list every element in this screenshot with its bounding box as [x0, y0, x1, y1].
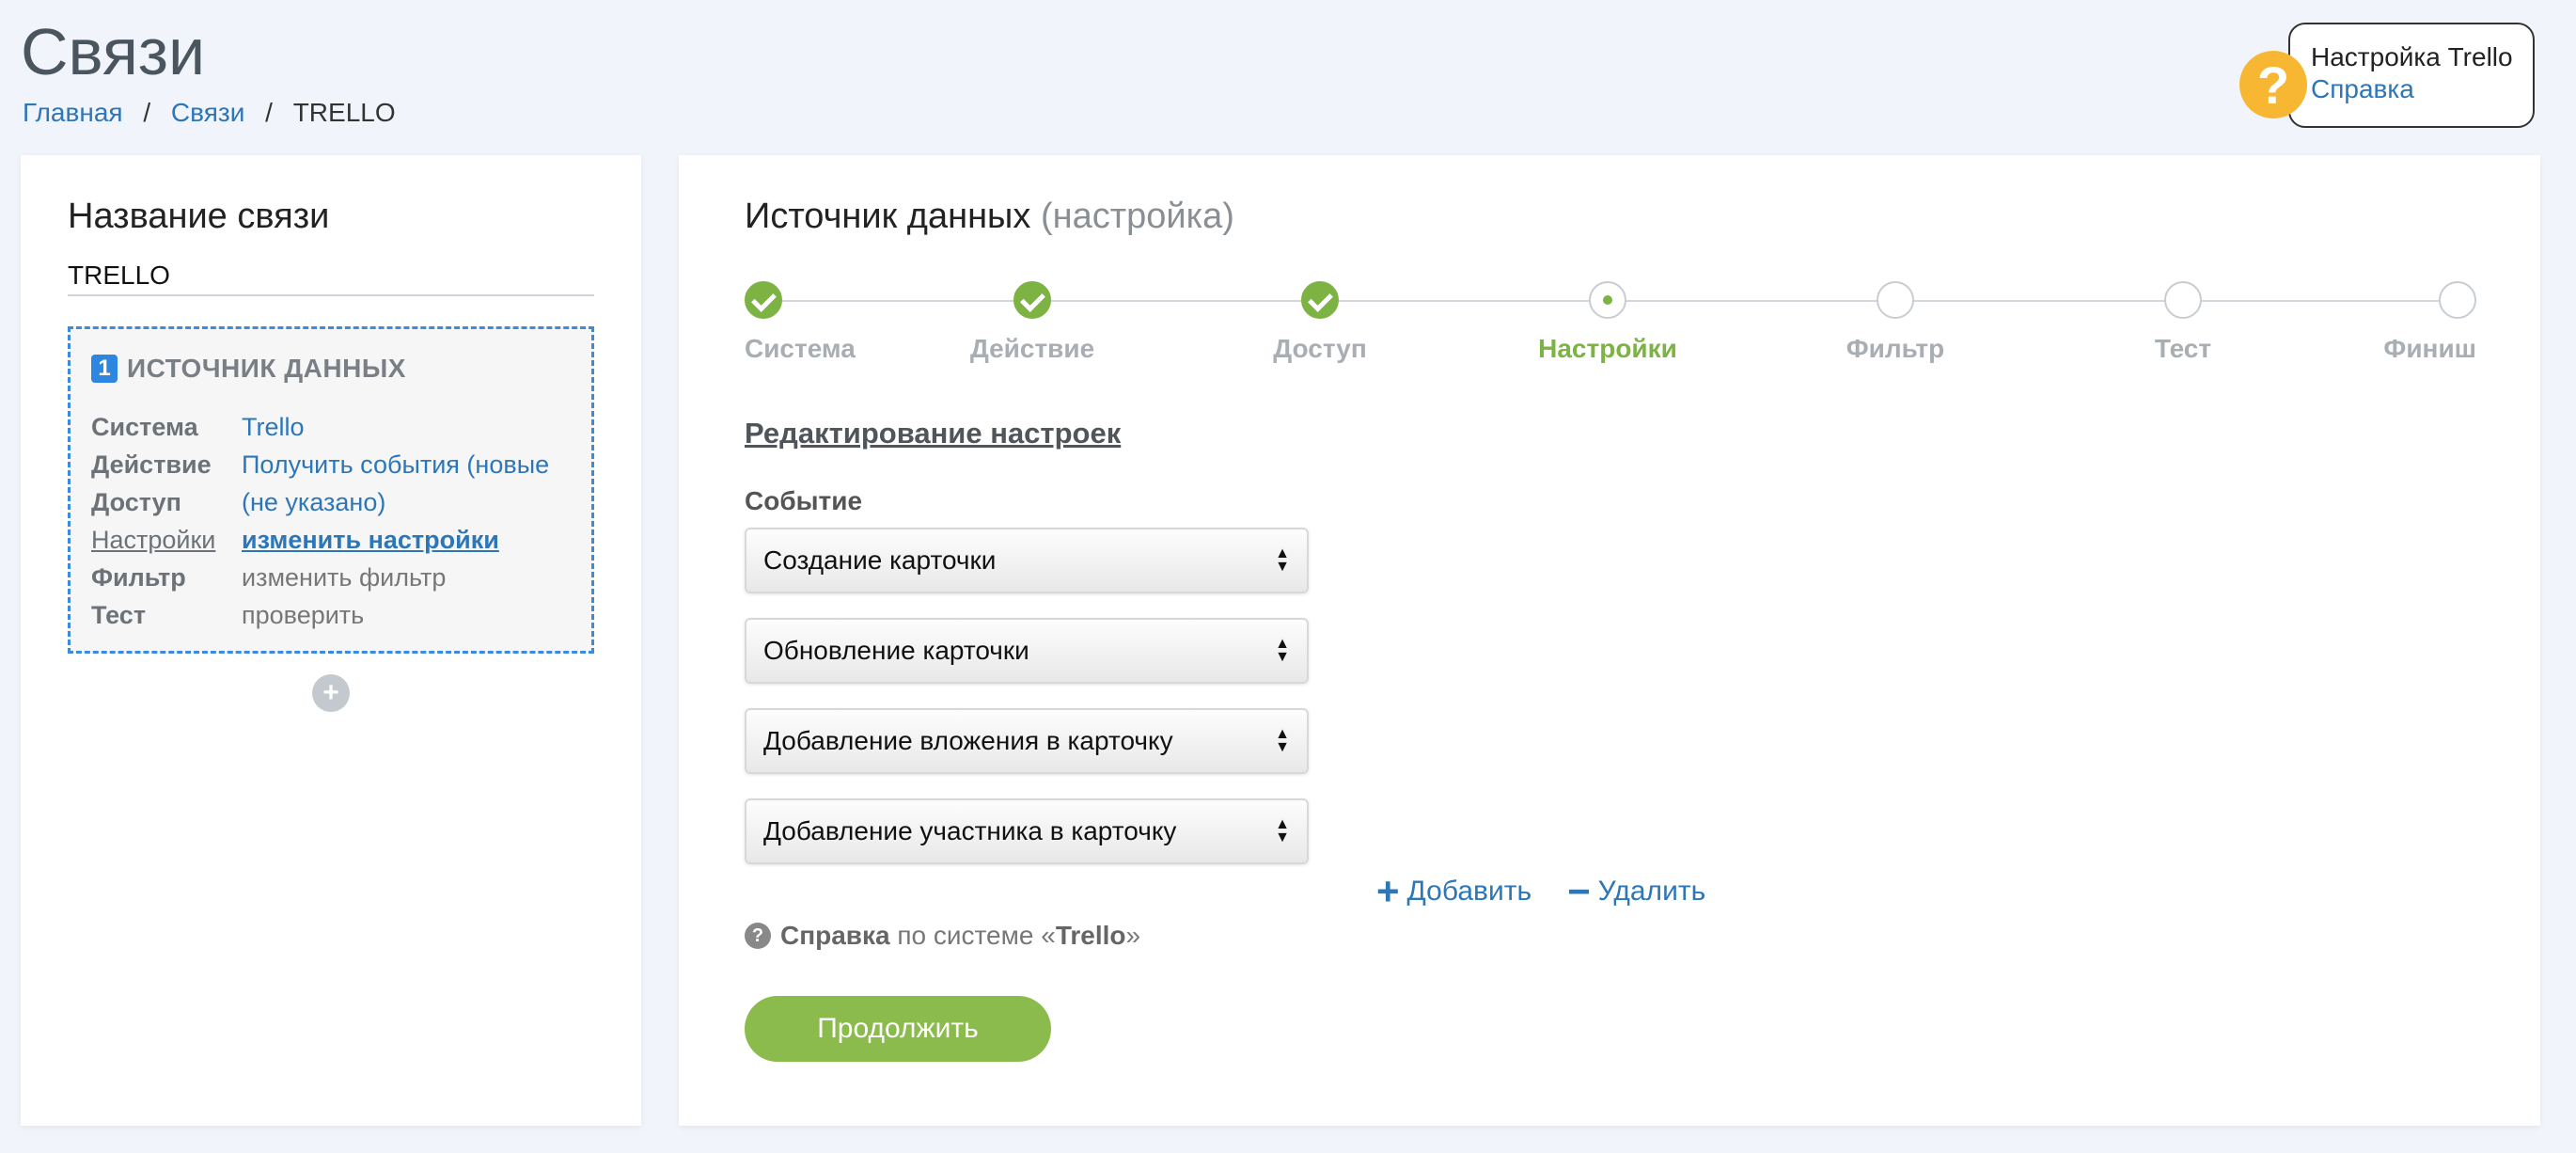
step-label: Фильтр — [1846, 334, 1945, 363]
summary-value-system[interactable]: Trello — [242, 413, 305, 442]
step-label: Действие — [969, 334, 1095, 363]
summary-key: Доступ — [91, 487, 181, 516]
breadcrumb-home-link[interactable]: Главная — [23, 98, 123, 127]
summary-row-access: Доступ (не указано) — [91, 483, 571, 521]
select-arrows-icon: ▲ ▼ — [1275, 545, 1290, 575]
event-select-1[interactable]: Создание карточки ▲ ▼ — [745, 528, 1309, 593]
breadcrumb: Главная / Связи / TRELLO — [23, 96, 396, 130]
event-select-value: Добавление участника в карточку — [763, 816, 1177, 845]
breadcrumb-connections-link[interactable]: Связи — [171, 98, 244, 127]
event-select-2[interactable]: Обновление карточки ▲ ▼ — [745, 618, 1309, 684]
event-label: Событие — [745, 486, 863, 515]
pending-step-icon — [2439, 281, 2476, 319]
progress-stepper: Система Действие Доступ Настройки Фильтр… — [745, 277, 2476, 363]
help-widget[interactable]: ? Настройка Trello Справка — [2239, 23, 2535, 137]
summary-value-action[interactable]: Получить события (новые — [242, 450, 549, 480]
summary-row-settings: Настройки изменить настройки — [91, 521, 571, 559]
settings-title: Источник данных (настройка) — [745, 197, 1234, 237]
summary-key: Настройки — [91, 525, 216, 554]
select-arrows-icon: ▲ ▼ — [1275, 816, 1290, 845]
summary-key: Тест — [91, 600, 147, 629]
connection-name-field[interactable]: TRELLO — [68, 261, 594, 296]
summary-row-filter: Фильтр изменить фильтр — [91, 559, 571, 596]
summary-key: Система — [91, 412, 198, 441]
system-help-line[interactable]: ? Справка по системе «Trello» — [745, 921, 1140, 951]
summary-value-test[interactable]: проверить — [242, 601, 364, 630]
step-label: Тест — [2154, 334, 2212, 363]
summary-value-settings[interactable]: изменить настройки — [242, 526, 499, 555]
continue-button[interactable]: Продолжить — [745, 996, 1051, 1062]
remove-event-label: Удалить — [1597, 876, 1706, 907]
help-text: по системе « — [897, 921, 1056, 950]
summary-row-system: Система Trello — [91, 408, 571, 446]
breadcrumb-current: TRELLO — [292, 98, 396, 127]
add-event-label: Добавить — [1406, 876, 1532, 907]
help-link[interactable]: Справка — [2311, 73, 2518, 105]
event-actions: + Добавить − Удалить — [1376, 869, 1741, 913]
edit-settings-heading[interactable]: Редактирование настроек — [745, 417, 1121, 450]
step-label: Финиш — [2383, 334, 2476, 363]
step-label: Доступ — [1273, 334, 1367, 363]
summary-key: Действие — [91, 450, 212, 479]
event-select-value: Обновление карточки — [763, 636, 1029, 665]
step-label: Настройки — [1538, 334, 1677, 363]
check-icon — [1013, 281, 1051, 319]
event-select-value: Добавление вложения в карточку — [763, 726, 1173, 755]
connection-name-title: Название связи — [68, 197, 330, 236]
settings-title-main: Источник данных — [745, 197, 1031, 236]
settings-panel: Источник данных (настройка) Система Дейс… — [679, 155, 2540, 1126]
data-source-title: ИСТОЧНИК ДАННЫХ — [127, 354, 406, 383]
page-title: Связи — [21, 15, 206, 88]
summary-value-access[interactable]: (не указано) — [242, 488, 385, 517]
add-block-button[interactable]: + — [312, 674, 350, 712]
event-select-4[interactable]: Добавление участника в карточку ▲ ▼ — [745, 798, 1309, 864]
summary-value-filter[interactable]: изменить фильтр — [242, 563, 446, 592]
help-title: Настройка Trello — [2311, 42, 2513, 71]
help-bold: Справка — [780, 921, 890, 950]
summary-row-action: Действие Получить события (новые — [91, 446, 571, 483]
pending-step-icon — [1877, 281, 1914, 319]
breadcrumb-separator: / — [143, 98, 151, 127]
remove-event-button[interactable]: − Удалить — [1567, 869, 1706, 913]
event-select-3[interactable]: Добавление вложения в карточку ▲ ▼ — [745, 708, 1309, 774]
question-circle-icon: ? — [745, 923, 771, 949]
step-number-badge: 1 — [91, 355, 118, 383]
connection-panel: Название связи TRELLO 1 ИСТОЧНИК ДАННЫХ … — [21, 155, 641, 1126]
question-icon[interactable]: ? — [2239, 51, 2307, 118]
pending-step-icon — [2164, 281, 2202, 319]
select-arrows-icon: ▲ ▼ — [1275, 636, 1290, 665]
event-select-value: Создание карточки — [763, 545, 997, 575]
data-source-header: 1 ИСТОЧНИК ДАННЫХ — [91, 354, 406, 384]
minus-icon: − — [1567, 869, 1591, 913]
summary-row-test: Тест проверить — [91, 596, 571, 634]
breadcrumb-separator: / — [265, 98, 273, 127]
settings-title-sub: (настройка) — [1040, 197, 1234, 236]
check-icon — [745, 281, 782, 319]
check-icon — [1301, 281, 1339, 319]
current-step-icon — [1589, 281, 1626, 319]
help-box[interactable]: Настройка Trello Справка — [2288, 23, 2535, 128]
step-label: Система — [745, 334, 856, 363]
data-source-block[interactable]: 1 ИСТОЧНИК ДАННЫХ Система Trello Действи… — [68, 326, 594, 654]
summary-key: Фильтр — [91, 562, 186, 592]
select-arrows-icon: ▲ ▼ — [1275, 726, 1290, 755]
help-close: » — [1125, 921, 1141, 950]
add-event-button[interactable]: + Добавить — [1376, 869, 1532, 913]
help-system: Trello — [1055, 921, 1126, 950]
data-source-summary: Система Trello Действие Получить события… — [91, 408, 571, 634]
plus-icon: + — [1376, 869, 1400, 913]
